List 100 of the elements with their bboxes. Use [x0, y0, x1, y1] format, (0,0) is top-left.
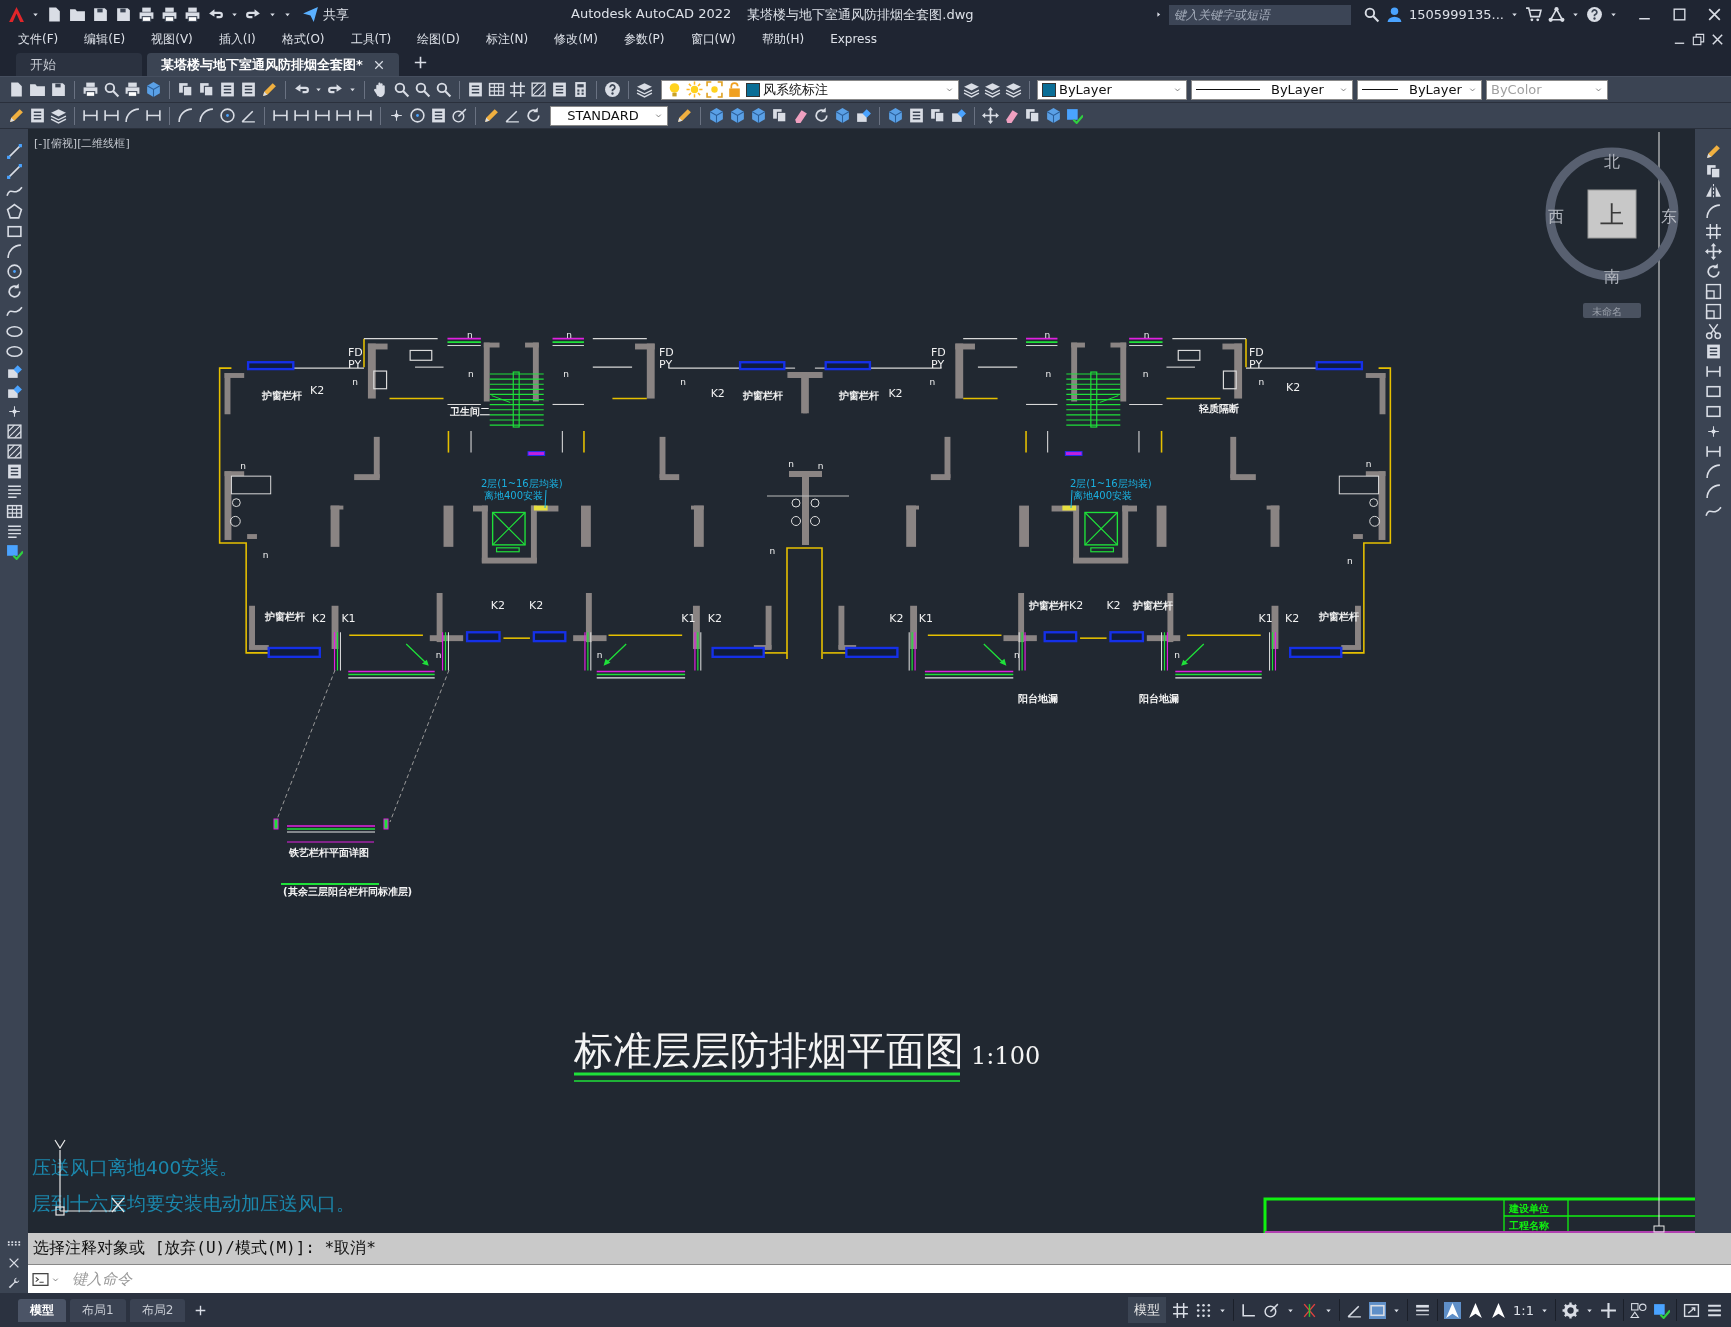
magnifier-icon[interactable]: [393, 81, 410, 98]
cube-icon[interactable]: [1045, 107, 1062, 124]
annotation-icon[interactable]: [1467, 1301, 1485, 1319]
search-field[interactable]: 键入关键字或短语: [1168, 4, 1351, 25]
menu-item[interactable]: 文件(F): [18, 30, 59, 48]
dimension-icon[interactable]: [335, 107, 352, 124]
ortho-icon[interactable]: [1240, 1301, 1258, 1319]
network-icon[interactable]: [1548, 6, 1565, 23]
app-logo-icon[interactable]: [8, 6, 25, 23]
document-icon[interactable]: [46, 6, 63, 23]
properties-icon[interactable]: [467, 81, 484, 98]
magnifier-icon[interactable]: [414, 81, 431, 98]
pencil-icon[interactable]: [8, 107, 25, 124]
close-icon[interactable]: [7, 1256, 21, 1270]
dimension-icon[interactable]: [82, 107, 99, 124]
viewport-controls[interactable]: [-][俯视][二维线框]: [34, 137, 130, 150]
table-icon[interactable]: [488, 81, 505, 98]
user-name[interactable]: 1505999135...: [1408, 7, 1504, 22]
copy-icon[interactable]: [1704, 163, 1722, 180]
properties-icon[interactable]: [5, 463, 23, 480]
document-icon[interactable]: [8, 81, 25, 98]
shapes-icon[interactable]: [1630, 1301, 1647, 1319]
linetype-dropdown[interactable]: ByLayer: [1191, 79, 1353, 100]
layers-icon[interactable]: [963, 81, 980, 98]
layers-icon[interactable]: [1005, 81, 1022, 98]
layout-tab[interactable]: 布局2: [129, 1298, 186, 1322]
properties-icon[interactable]: [219, 81, 236, 98]
layout-tab[interactable]: 布局1: [70, 1298, 126, 1322]
table-icon[interactable]: [5, 503, 23, 520]
wrench-icon[interactable]: [7, 1276, 21, 1290]
workspace-icon[interactable]: [1653, 1301, 1670, 1319]
plus-icon[interactable]: [1600, 1301, 1617, 1319]
close-icon[interactable]: [1710, 31, 1725, 47]
layout-tab[interactable]: 模型: [18, 1298, 66, 1322]
fullscreen-icon[interactable]: [1683, 1301, 1700, 1319]
menu-item[interactable]: 帮助(H): [761, 30, 805, 48]
file-tab[interactable]: 某塔楼与地下室通风防排烟全套图*: [147, 53, 399, 76]
menu-item[interactable]: 工具(T): [350, 30, 392, 48]
printer-icon[interactable]: [124, 81, 141, 98]
menu-item[interactable]: 窗口(W): [690, 30, 736, 48]
properties-icon[interactable]: [240, 81, 257, 98]
help-icon[interactable]: [1586, 6, 1603, 23]
move-icon[interactable]: [982, 107, 999, 124]
eraser-icon[interactable]: [792, 107, 809, 124]
settings-icon[interactable]: [1562, 1301, 1579, 1319]
model-space-button[interactable]: 模型: [1128, 1297, 1167, 1323]
menu-item[interactable]: 视图(V): [151, 30, 193, 48]
scale-icon[interactable]: [1704, 283, 1722, 300]
cube-icon[interactable]: [729, 107, 746, 124]
arc-icon[interactable]: [198, 107, 215, 124]
pencil-icon[interactable]: [261, 81, 278, 98]
copy-icon[interactable]: [198, 81, 215, 98]
dimension-icon[interactable]: [356, 107, 373, 124]
arc-icon[interactable]: [1704, 483, 1722, 500]
ellipse-icon[interactable]: [5, 323, 23, 340]
cube-icon[interactable]: [145, 81, 162, 98]
viewcube-east[interactable]: 东: [1661, 207, 1677, 226]
color-dropdown[interactable]: ByLayer: [1037, 79, 1187, 100]
cube-icon[interactable]: [834, 107, 851, 124]
text-lines-icon[interactable]: [5, 523, 23, 540]
workspace-icon[interactable]: [1066, 107, 1083, 124]
dimension-icon[interactable]: [145, 107, 162, 124]
hatch-icon[interactable]: [5, 443, 23, 460]
printer-icon[interactable]: [82, 81, 99, 98]
printer-icon[interactable]: [161, 6, 178, 23]
pencil-icon[interactable]: [483, 107, 500, 124]
menu-item[interactable]: Express: [830, 32, 877, 46]
restore-icon[interactable]: [1691, 31, 1706, 47]
printer-icon[interactable]: [138, 6, 155, 23]
dimension-icon[interactable]: [272, 107, 289, 124]
layers-icon[interactable]: [636, 81, 653, 98]
annotation-scale[interactable]: 1:1: [1513, 1302, 1534, 1318]
circle-icon[interactable]: [5, 263, 23, 280]
hatch-icon[interactable]: [5, 423, 23, 440]
text-lines-icon[interactable]: [5, 483, 23, 500]
polar-icon[interactable]: [1263, 1301, 1281, 1319]
viewcube-north[interactable]: 北: [1604, 152, 1620, 171]
viewcube-face[interactable]: [1587, 189, 1637, 239]
line-icon[interactable]: [5, 163, 23, 180]
grid-icon[interactable]: [509, 81, 526, 98]
arc-icon[interactable]: [1704, 203, 1722, 220]
folder-icon[interactable]: [69, 6, 86, 23]
arc-icon[interactable]: [5, 243, 23, 260]
plus-icon[interactable]: [413, 56, 427, 69]
menu-item[interactable]: 编辑(E): [84, 30, 126, 48]
layers-icon[interactable]: [50, 107, 67, 124]
cart-icon[interactable]: [1525, 6, 1542, 23]
lineweight-dropdown[interactable]: ByLayer: [1357, 79, 1482, 100]
circle-icon[interactable]: [409, 107, 426, 124]
block-icon[interactable]: [5, 383, 23, 400]
menu-item[interactable]: 参数(P): [623, 30, 665, 48]
rotate-icon[interactable]: [813, 107, 830, 124]
menu-item[interactable]: 插入(I): [218, 30, 256, 48]
arc-icon[interactable]: [177, 107, 194, 124]
share-button[interactable]: 共享: [298, 5, 353, 24]
menu-item[interactable]: 修改(M): [554, 30, 598, 48]
grid-icon[interactable]: [1704, 223, 1722, 240]
rectangle-icon[interactable]: [1704, 383, 1722, 400]
line-icon[interactable]: [5, 143, 23, 160]
annotation-icon[interactable]: [1444, 1301, 1462, 1319]
